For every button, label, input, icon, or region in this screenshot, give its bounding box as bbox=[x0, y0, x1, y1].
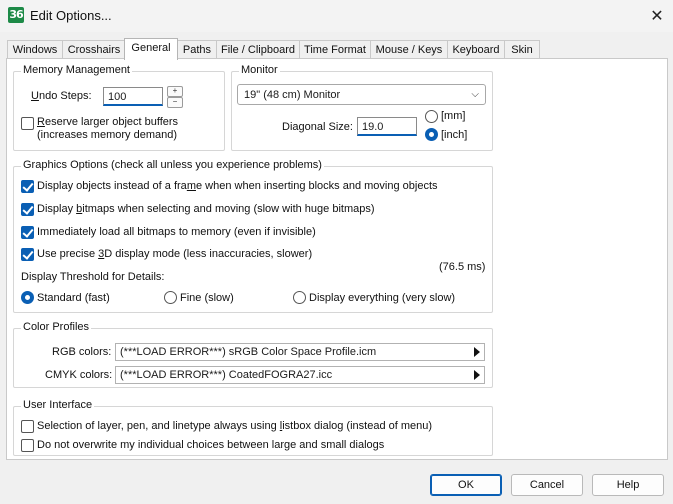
user-interface-legend: User Interface bbox=[21, 399, 95, 411]
window-title: Edit Options... bbox=[30, 8, 112, 23]
load-bitmaps-checkbox[interactable] bbox=[21, 226, 34, 239]
help-button[interactable]: Help bbox=[592, 474, 664, 496]
display-bitmaps-label: Display bitmaps when selecting and movin… bbox=[37, 203, 375, 215]
memory-management-legend: Memory Management bbox=[21, 64, 132, 76]
display-threshold-label: Display Threshold for Details: bbox=[21, 271, 165, 283]
chevron-down-icon: ⌵ bbox=[471, 89, 479, 100]
tab-keyboard[interactable]: Keyboard bbox=[447, 40, 505, 59]
color-profiles-group: Color Profiles RGB colors: (***LOAD ERRO… bbox=[13, 321, 493, 388]
diagonal-size-label: Diagonal Size: bbox=[282, 121, 353, 133]
load-bitmaps-label: Immediately load all bitmaps to memory (… bbox=[37, 226, 316, 238]
rgb-profile-button[interactable]: (***LOAD ERROR***) sRGB Color Space Prof… bbox=[115, 343, 485, 361]
unit-inch-radio[interactable] bbox=[425, 128, 438, 141]
threshold-standard-label: Standard (fast) bbox=[37, 292, 110, 304]
tab-crosshairs[interactable]: Crosshairs bbox=[62, 40, 126, 59]
rgb-profile-value: (***LOAD ERROR***) sRGB Color Space Prof… bbox=[120, 346, 377, 358]
spin-up-button[interactable]: + bbox=[167, 86, 183, 97]
display-objects-label: Display objects instead of a frame when … bbox=[37, 180, 438, 192]
cmyk-profile-button[interactable]: (***LOAD ERROR***) CoatedFOGRA27.icc bbox=[115, 366, 485, 384]
cmyk-profile-value: (***LOAD ERROR***) CoatedFOGRA27.icc bbox=[120, 369, 333, 381]
threshold-fine-radio[interactable] bbox=[164, 291, 177, 304]
monitor-select-value: 19" (48 cm) Monitor bbox=[244, 89, 341, 101]
tab-file-clipboard[interactable]: File / Clipboard bbox=[216, 40, 300, 59]
listbox-dialog-checkbox[interactable] bbox=[21, 420, 34, 433]
tab-mouse-keys[interactable]: Mouse / Keys bbox=[370, 40, 448, 59]
unit-mm-radio[interactable] bbox=[425, 110, 438, 123]
ok-button[interactable]: OK bbox=[430, 474, 502, 496]
reserve-buffers-checkbox[interactable] bbox=[21, 117, 34, 130]
unit-inch-label: [inch] bbox=[441, 129, 468, 141]
keep-dialog-choices-label: Do not overwrite my individual choices b… bbox=[37, 439, 385, 451]
precise-3d-checkbox[interactable] bbox=[21, 248, 34, 261]
unit-mm-label: [mm] bbox=[441, 110, 466, 122]
display-bitmaps-checkbox[interactable] bbox=[21, 203, 34, 216]
undo-steps-label: Undo Steps: bbox=[31, 90, 92, 102]
graphics-options-legend: Graphics Options (check all unless you e… bbox=[21, 159, 324, 171]
spin-down-button[interactable]: − bbox=[167, 97, 183, 108]
memory-management-group: Memory Management Undo Steps: 100 + − Re… bbox=[13, 64, 225, 151]
threshold-standard-radio[interactable] bbox=[21, 291, 34, 304]
graphics-options-group: Graphics Options (check all unless you e… bbox=[13, 159, 493, 313]
rgb-colors-label: RGB colors: bbox=[52, 346, 112, 358]
title-bar[interactable]: 36 Edit Options... ✕ bbox=[0, 0, 673, 32]
reserve-buffers-label: Reserve larger object buffers bbox=[37, 116, 179, 128]
monitor-legend: Monitor bbox=[239, 64, 280, 76]
render-timing: (76.5 ms) bbox=[439, 261, 486, 273]
listbox-dialog-label: Selection of layer, pen, and linetype al… bbox=[37, 420, 433, 432]
tab-skin[interactable]: Skin bbox=[504, 40, 540, 59]
tab-windows[interactable]: Windows bbox=[7, 40, 63, 59]
app-icon: 36 bbox=[8, 7, 24, 23]
arrow-right-icon bbox=[474, 370, 480, 380]
tab-general[interactable]: General bbox=[124, 38, 178, 60]
undo-steps-input[interactable]: 100 bbox=[103, 87, 163, 106]
monitor-select[interactable]: 19" (48 cm) Monitor ⌵ bbox=[237, 84, 486, 105]
precise-3d-label: Use precise 3D display mode (less inaccu… bbox=[37, 248, 313, 260]
arrow-right-icon bbox=[474, 347, 480, 357]
general-tab-panel: Memory Management Undo Steps: 100 + − Re… bbox=[6, 58, 668, 460]
close-icon[interactable]: ✕ bbox=[641, 0, 673, 32]
display-objects-checkbox[interactable] bbox=[21, 180, 34, 193]
diagonal-size-input[interactable]: 19.0 bbox=[357, 117, 417, 136]
tab-paths[interactable]: Paths bbox=[177, 40, 217, 59]
reserve-buffers-note: (increases memory demand) bbox=[37, 129, 177, 141]
threshold-everything-radio[interactable] bbox=[293, 291, 306, 304]
monitor-group: Monitor 19" (48 cm) Monitor ⌵ Diagonal S… bbox=[231, 64, 493, 151]
color-profiles-legend: Color Profiles bbox=[21, 321, 92, 333]
tab-time-format[interactable]: Time Format bbox=[299, 40, 371, 59]
threshold-fine-label: Fine (slow) bbox=[180, 292, 234, 304]
user-interface-group: User Interface Selection of layer, pen, … bbox=[13, 399, 493, 456]
keep-dialog-choices-checkbox[interactable] bbox=[21, 439, 34, 452]
cmyk-colors-label: CMYK colors: bbox=[45, 369, 113, 381]
cancel-button[interactable]: Cancel bbox=[511, 474, 583, 496]
threshold-everything-label: Display everything (very slow) bbox=[309, 292, 456, 304]
